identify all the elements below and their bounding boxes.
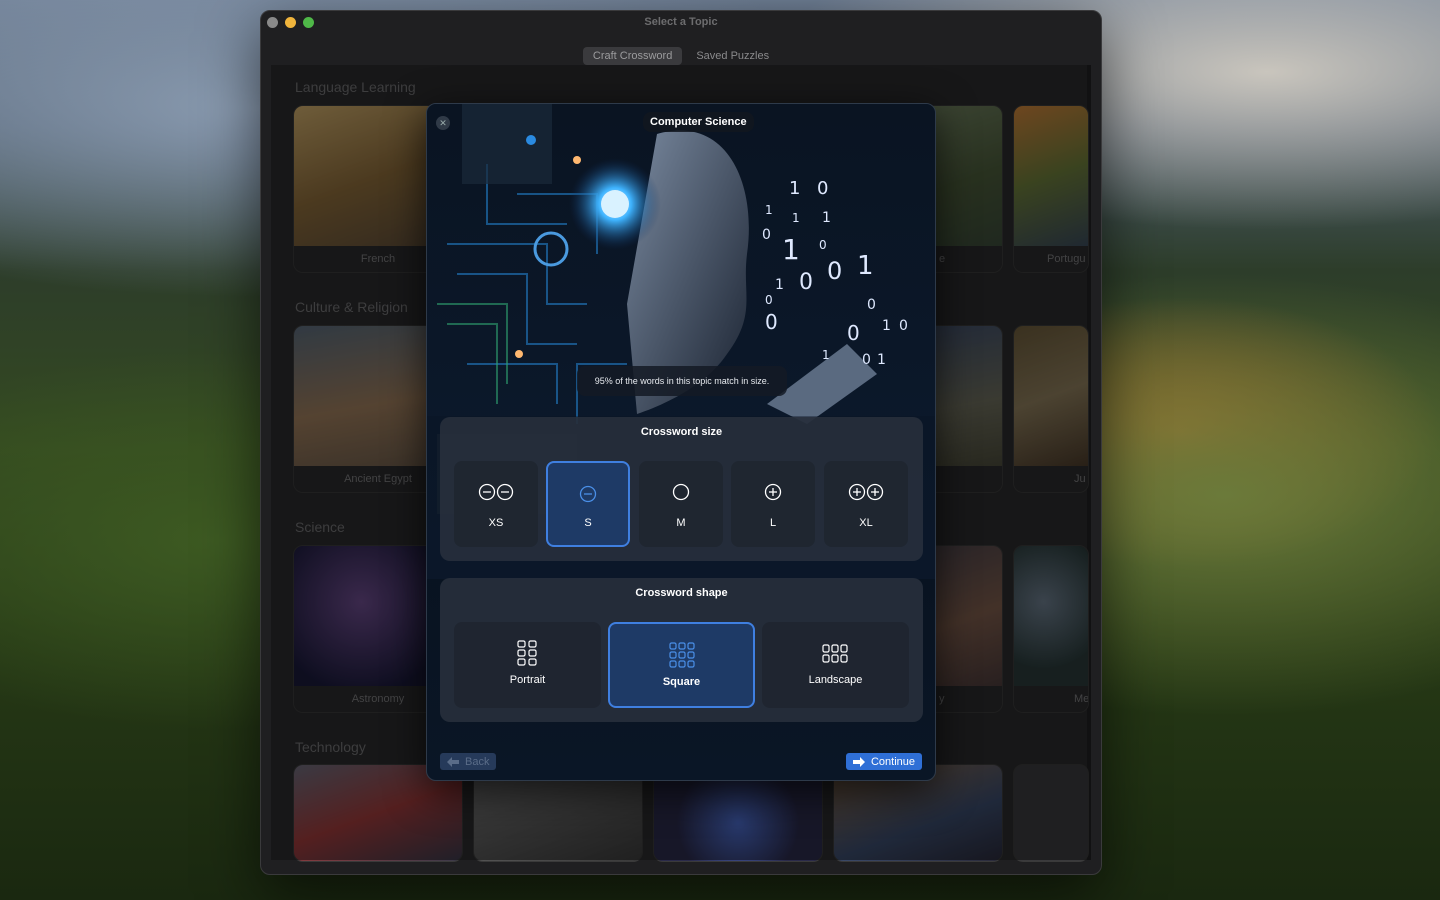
grid-landscape-icon [822, 644, 848, 663]
svg-text:1: 1 [782, 233, 800, 266]
shape-option-landscape[interactable]: Landscape [762, 622, 909, 708]
double-plus-circle-icon [848, 483, 884, 501]
double-minus-circle-icon [478, 483, 514, 501]
size-option-label: L [769, 517, 777, 529]
size-option-label: XL [859, 517, 873, 529]
continue-button[interactable]: Continue [845, 753, 922, 770]
continue-button-label: Continue [870, 755, 915, 768]
size-option-label: XS [488, 517, 504, 529]
grid-square-icon [669, 642, 695, 668]
svg-text:1: 1 [765, 203, 773, 217]
topic-setup-dialog: 10 11 10 10 10 01 00 00 10 10 1 ✕ Comput… [426, 103, 936, 781]
svg-text:0: 0 [762, 227, 771, 243]
minus-circle-icon [579, 485, 597, 503]
circle-icon [672, 483, 690, 501]
size-panel-title: Crossword size [640, 426, 723, 438]
tab-craft-crossword[interactable]: Craft Crossword [582, 47, 683, 65]
size-option-s[interactable]: S [546, 461, 630, 547]
svg-text:0: 0 [827, 257, 842, 285]
shape-option-square[interactable]: Square [608, 622, 755, 708]
svg-text:1: 1 [789, 178, 800, 199]
size-panel: Crossword size XS S M L XL [440, 417, 923, 561]
size-option-l[interactable]: L [731, 461, 815, 547]
topic-title: Computer Science [643, 112, 754, 132]
svg-text:0: 0 [817, 178, 828, 199]
svg-text:1: 1 [877, 352, 886, 368]
back-button[interactable]: Back [440, 753, 497, 770]
svg-text:1: 1 [882, 318, 891, 334]
tab-saved-puzzles[interactable]: Saved Puzzles [686, 47, 779, 65]
size-option-label: S [584, 517, 592, 529]
back-button-label: Back [465, 755, 490, 768]
size-option-xs[interactable]: XS [454, 461, 538, 547]
plus-circle-icon [764, 483, 782, 501]
arrow-right-icon [852, 756, 865, 767]
svg-text:1: 1 [822, 348, 830, 362]
svg-text:0: 0 [799, 270, 813, 295]
svg-text:1: 1 [822, 210, 831, 226]
shape-option-label: Square [662, 676, 701, 688]
shape-option-label: Portrait [509, 674, 546, 686]
arrow-left-icon [447, 756, 459, 767]
match-tooltip: 95% of the words in this topic match in … [577, 366, 787, 396]
shape-option-label: Landscape [808, 674, 863, 686]
grid-portrait-icon [517, 640, 537, 666]
svg-text:0: 0 [765, 310, 778, 334]
close-icon[interactable]: ✕ [436, 116, 450, 130]
svg-text:1: 1 [792, 211, 800, 225]
size-option-xl[interactable]: XL [824, 461, 908, 547]
shape-panel: Crossword shape Portrait Square Landscap… [440, 578, 923, 722]
shape-panel-title: Crossword shape [635, 587, 728, 599]
svg-text:0: 0 [899, 318, 908, 334]
svg-text:0: 0 [862, 352, 871, 368]
title-bar: Select a Topic [261, 11, 1101, 35]
size-option-m[interactable]: M [639, 461, 723, 547]
shape-option-portrait[interactable]: Portrait [454, 622, 601, 708]
svg-text:1: 1 [775, 277, 784, 293]
tab-bar: Craft Crossword Saved Puzzles [261, 47, 1101, 65]
svg-text:0: 0 [819, 238, 827, 252]
svg-text:1: 1 [857, 251, 874, 281]
svg-text:0: 0 [867, 297, 876, 313]
svg-text:0: 0 [847, 321, 860, 345]
svg-text:0: 0 [765, 293, 773, 307]
window-title: Select a Topic [644, 16, 718, 28]
size-option-label: M [676, 517, 686, 529]
